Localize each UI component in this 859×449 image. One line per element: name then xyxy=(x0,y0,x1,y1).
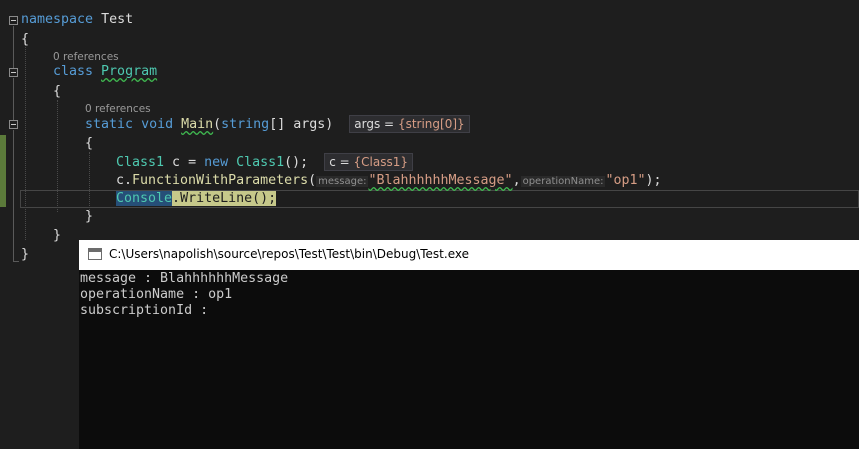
paren: ) xyxy=(325,117,334,132)
collapse-class-icon[interactable] xyxy=(9,68,18,77)
writeline-method: WriteLine xyxy=(180,191,253,206)
console-app-icon[interactable] xyxy=(88,248,102,260)
code-line-writeline[interactable]: Console.WriteLine(); xyxy=(116,190,277,208)
string-keyword: string xyxy=(221,117,270,132)
function-name: FunctionWithParameters xyxy=(132,173,309,188)
writeline-tail: (); xyxy=(252,191,277,206)
code-line-brace[interactable]: } xyxy=(21,246,29,264)
datatip-label: c = xyxy=(329,155,354,169)
dot: . xyxy=(172,191,181,206)
static-keyword: static xyxy=(85,117,134,132)
code-line-brace[interactable]: { xyxy=(53,83,61,101)
class1-type: Class1 xyxy=(116,155,165,170)
console-type: Console xyxy=(116,191,173,206)
code-line-brace[interactable]: { xyxy=(21,31,29,49)
args-datatip[interactable]: args = {string[0]} xyxy=(349,115,470,133)
open-brace: { xyxy=(53,84,62,99)
operation-arg: "op1" xyxy=(605,173,646,188)
operation-param-hint: operationName: xyxy=(520,176,606,187)
call-close: ); xyxy=(645,173,662,188)
code-line-brace[interactable]: } xyxy=(85,208,93,226)
paren: ( xyxy=(308,173,317,188)
collapse-method-icon[interactable] xyxy=(9,120,18,129)
console-title-bar[interactable]: C:\Users\napolish\source\repos\Test\Test… xyxy=(79,240,859,270)
console-window[interactable]: C:\Users\napolish\source\repos\Test\Test… xyxy=(79,240,859,449)
method-references-codelens[interactable]: 0 references xyxy=(85,103,151,115)
code-line-new-class1[interactable]: Class1 c = new Class1(); c = {Class1} xyxy=(116,153,413,171)
void-keyword: void xyxy=(141,117,174,132)
open-brace: { xyxy=(21,32,30,47)
close-brace: } xyxy=(21,247,30,262)
args-param: args xyxy=(293,117,326,132)
code-line-main[interactable]: static void Main(string[] args) args = {… xyxy=(85,115,470,133)
ctor-tail: (); xyxy=(284,155,309,170)
collapse-namespace-icon[interactable] xyxy=(9,16,18,25)
console-output-line: message : BlahhhhhhMessage xyxy=(80,271,289,286)
change-indicator-bar xyxy=(0,135,6,207)
outline-line xyxy=(13,26,14,68)
class1-ctor: Class1 xyxy=(236,155,285,170)
close-brace: } xyxy=(53,228,62,243)
class-keyword: class xyxy=(53,64,94,79)
outline-line xyxy=(13,130,14,262)
c-datatip[interactable]: c = {Class1} xyxy=(324,153,413,171)
outline-end xyxy=(13,261,19,262)
console-output-line: subscriptionId : xyxy=(80,303,209,318)
console-output-line: operationName : op1 xyxy=(80,287,233,302)
paren: ( xyxy=(213,117,222,132)
datatip-value: {Class1} xyxy=(353,155,408,169)
datatip-value: {string[0]} xyxy=(397,117,465,131)
code-line-brace[interactable]: { xyxy=(85,135,93,153)
class-references-codelens[interactable]: 0 references xyxy=(53,51,119,63)
datatip-label: args = xyxy=(354,117,398,131)
method-name: Main xyxy=(181,117,214,132)
call-prefix: c. xyxy=(116,173,133,188)
new-keyword: new xyxy=(204,155,229,170)
comma: , xyxy=(512,173,521,188)
code-line-function-call[interactable]: c.FunctionWithParameters(message: "Blahhh… xyxy=(116,172,662,190)
console-title: C:\Users\napolish\source\repos\Test\Test… xyxy=(109,247,469,261)
brackets: [] xyxy=(269,117,286,132)
message-param-hint: message: xyxy=(316,176,369,187)
indent-guide xyxy=(25,36,26,240)
code-line-class[interactable]: class Program xyxy=(53,63,157,81)
message-arg: "BlahhhhhhMessage" xyxy=(368,173,513,188)
close-brace: } xyxy=(85,209,94,224)
class-name: Program xyxy=(101,64,158,79)
code-line-brace[interactable]: } xyxy=(53,227,61,245)
code-line-namespace[interactable]: namespace Test xyxy=(21,11,133,29)
var-decl: c = xyxy=(164,155,205,170)
open-brace: { xyxy=(85,136,94,151)
namespace-keyword: namespace xyxy=(21,12,94,27)
outline-line xyxy=(13,78,14,120)
namespace-name: Test xyxy=(101,12,134,27)
